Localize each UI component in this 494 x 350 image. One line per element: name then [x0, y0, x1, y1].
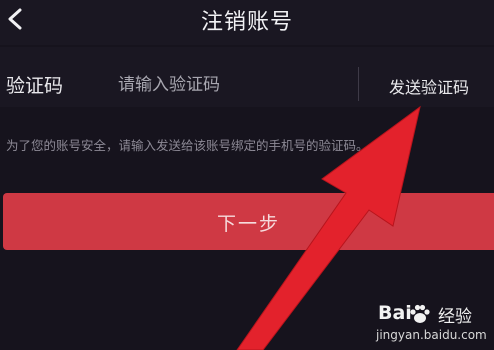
- send-code-label: 发送验证码: [389, 78, 470, 97]
- header-bar: 注销账号: [0, 0, 494, 45]
- code-label: 验证码: [6, 75, 64, 97]
- watermark-url: jingyan.baidu.com: [376, 328, 487, 342]
- watermark-brand: Bai: [378, 302, 412, 324]
- divider: [358, 67, 359, 101]
- verification-code-row: 验证码 发送验证码: [0, 47, 494, 107]
- watermark-suffix: 经验: [438, 307, 472, 327]
- next-step-button[interactable]: 下一步: [3, 193, 494, 250]
- watermark: Bai 经验 jingyan.baidu.com: [362, 300, 492, 348]
- send-code-button[interactable]: 发送验证码: [370, 69, 494, 99]
- code-input[interactable]: [118, 73, 338, 97]
- paw-icon: [410, 304, 430, 323]
- hint-text: 为了您的账号安全，请输入发送给该账号绑定的手机号的验证码。: [6, 138, 369, 153]
- next-step-label: 下一步: [216, 213, 280, 235]
- page-title: 注销账号: [200, 10, 293, 35]
